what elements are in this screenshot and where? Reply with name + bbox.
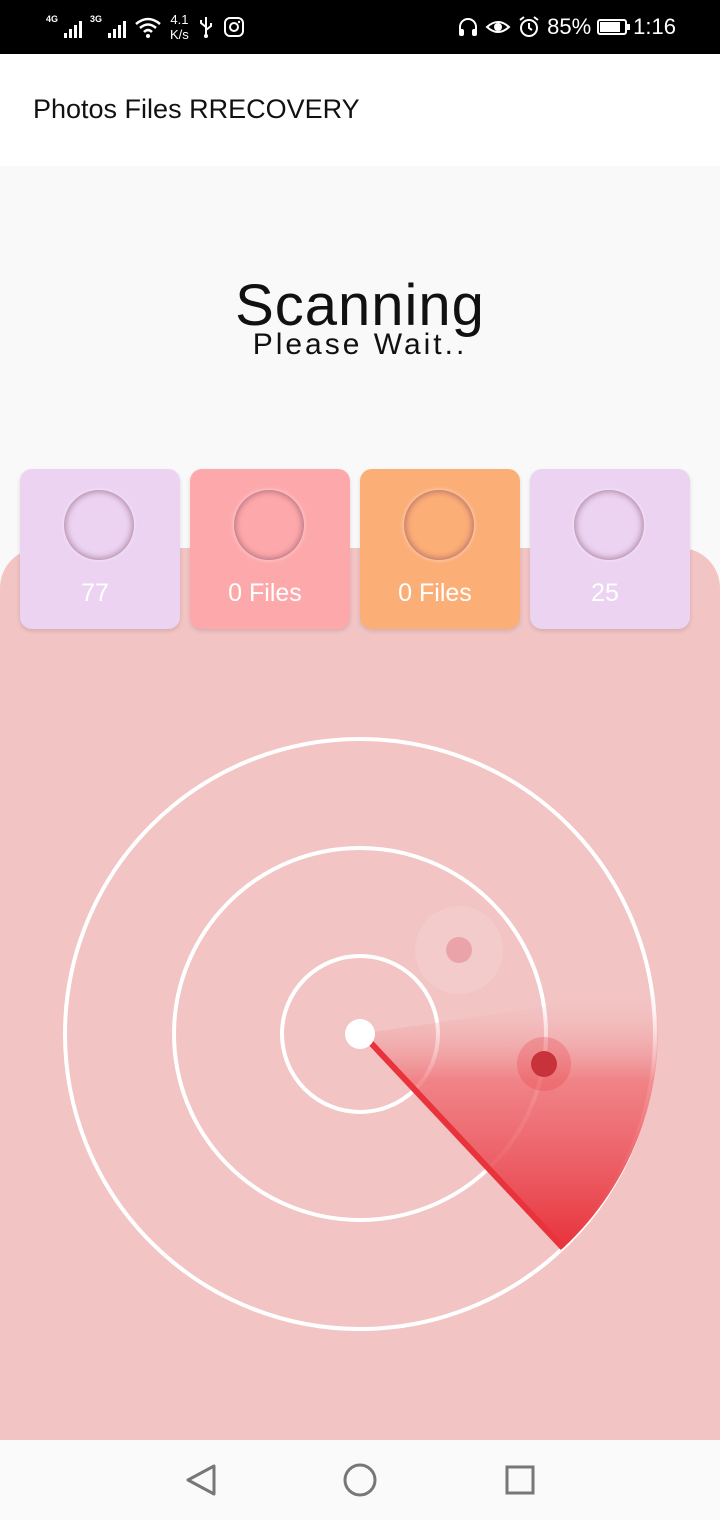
network-type-label: 4G [46,14,59,24]
category-card-4[interactable]: 25 [530,469,690,629]
eye-icon [485,21,511,33]
battery-percent: 85% [547,14,592,39]
back-icon[interactable] [184,1463,218,1497]
category-card-3[interactable]: 0 Files [360,469,520,629]
radar-blip-faint-core [446,937,472,963]
network-speed: 4.1 K/s [170,12,189,42]
instagram-icon [223,17,244,37]
radar-center-dot [345,1019,375,1049]
headphones-icon [459,18,478,36]
navigation-bar [0,1440,720,1520]
radar-blip [531,1051,557,1077]
speed-value: 4.1 [170,12,189,27]
category-icon [404,490,474,560]
category-count: 77 [81,579,109,607]
wifi-icon [135,17,161,38]
category-card-1[interactable]: 77 [20,469,180,629]
category-icon [234,490,304,560]
app-title: Photos Files RRECOVERY [33,94,360,124]
signal-3g-icon: 3G [90,14,126,40]
battery-icon [597,19,631,35]
category-count: 0 Files [398,579,472,607]
radar-scanner [63,737,658,1331]
category-card-2[interactable]: 0 Files [190,469,350,629]
category-icon [64,490,134,560]
please-wait-subtitle: Please Wait.. [252,328,468,361]
home-icon[interactable] [343,1463,377,1497]
speed-unit: K/s [170,27,189,42]
usb-icon [199,17,212,38]
network-type-label: 3G [90,14,103,24]
radar-sweep [360,990,658,1248]
alarm-icon [519,16,539,37]
app-bar: Photos Files RRECOVERY [0,54,720,166]
status-bar: 4G 3G 4.1 K/s 85% 1:16 [0,0,720,54]
category-icon [574,490,644,560]
clock: 1:16 [633,14,676,39]
signal-4g-icon: 4G [46,14,82,40]
recent-apps-icon[interactable] [505,1465,535,1495]
category-count: 0 Files [228,579,302,607]
category-count: 25 [591,579,619,607]
